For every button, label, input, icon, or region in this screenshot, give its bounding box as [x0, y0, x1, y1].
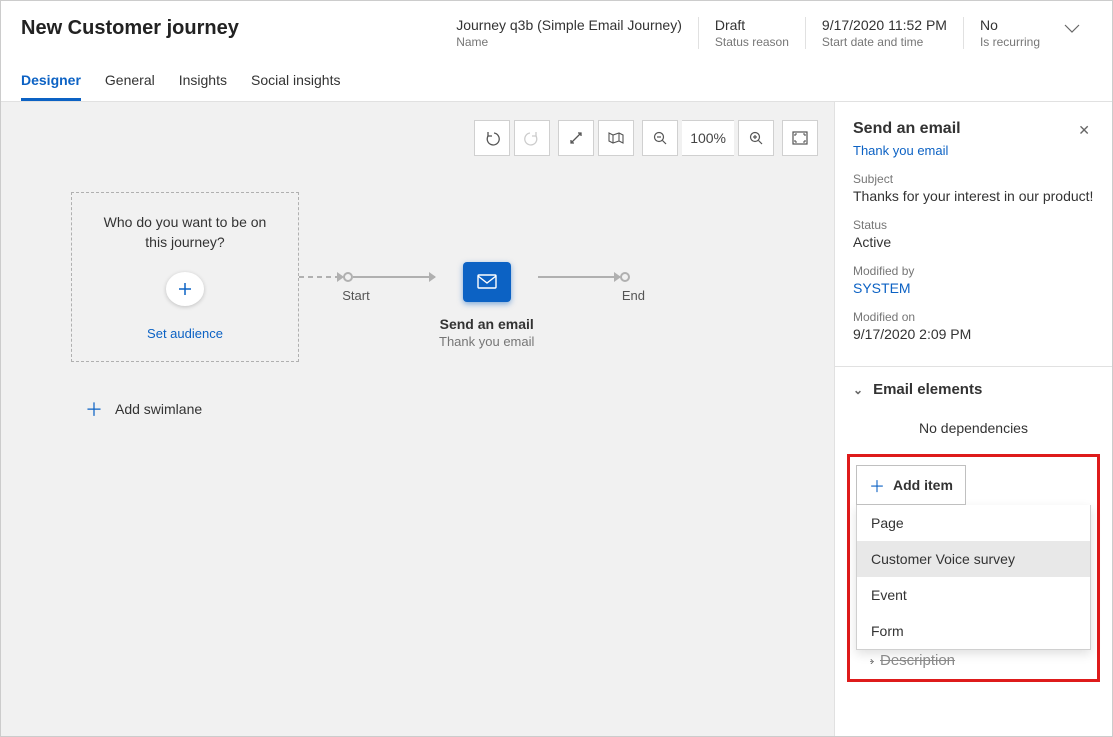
subject-label: Subject: [853, 172, 1094, 186]
connector: [353, 276, 435, 278]
connector: [299, 276, 343, 278]
end-node: End: [620, 272, 630, 282]
audience-placeholder[interactable]: Who do you want to be on this journey? S…: [71, 192, 299, 362]
panel-subtitle-link[interactable]: Thank you email: [853, 143, 1094, 158]
page-title: New Customer journey: [21, 17, 440, 40]
add-item-button[interactable]: ＋ Add item: [856, 465, 966, 505]
add-swimlane-button[interactable]: ＋ Add swimlane: [85, 396, 202, 422]
dropdown-item-customer-voice[interactable]: Customer Voice survey: [857, 541, 1090, 577]
fullscreen-button[interactable]: [782, 120, 818, 156]
modified-by-label: Modified by: [853, 264, 1094, 278]
description-section[interactable]: › Description: [856, 648, 1091, 669]
expand-chevron-icon[interactable]: [1056, 17, 1088, 43]
canvas-toolbar: 100%: [474, 120, 818, 156]
redo-button[interactable]: [514, 120, 550, 156]
meta-start-date: 9/17/2020 11:52 PM Start date and time: [805, 17, 963, 49]
add-item-highlight: ＋ Add item Page Customer Voice survey Ev…: [847, 454, 1100, 682]
record-meta: Journey q3b (Simple Email Journey) Name …: [440, 17, 1056, 49]
subject-value: Thanks for your interest in our product!: [853, 188, 1094, 204]
email-tile[interactable]: [463, 262, 511, 302]
tab-general[interactable]: General: [105, 72, 155, 101]
no-dependencies-text: No dependencies: [853, 420, 1094, 436]
zoom-in-button[interactable]: [738, 120, 774, 156]
meta-recurring: No Is recurring: [963, 17, 1056, 49]
fit-view-button[interactable]: [558, 120, 594, 156]
tabs: Designer General Insights Social insight…: [1, 60, 1112, 101]
zoom-level: 100%: [682, 120, 734, 156]
chevron-down-icon: ⌄: [853, 383, 863, 397]
plus-icon: ＋: [85, 396, 103, 422]
properties-panel: Send an email ✕ Thank you email Subject …: [834, 101, 1112, 736]
add-audience-button[interactable]: [166, 272, 204, 306]
email-node-title: Send an email: [440, 316, 534, 332]
undo-button[interactable]: [474, 120, 510, 156]
minimap-button[interactable]: [598, 120, 634, 156]
email-elements-section[interactable]: ⌄ Email elements: [853, 367, 1094, 412]
plus-icon: ＋: [869, 473, 885, 497]
panel-title: Send an email: [853, 120, 961, 138]
main: 100% Who do you want to be on this journ…: [1, 101, 1112, 736]
email-node-subtitle: Thank you email: [439, 334, 534, 349]
start-node: Start: [343, 272, 353, 282]
tab-social-insights[interactable]: Social insights: [251, 72, 341, 101]
close-panel-button[interactable]: ✕: [1074, 120, 1094, 141]
journey-flow: Who do you want to be on this journey? S…: [71, 192, 630, 362]
designer-canvas[interactable]: 100% Who do you want to be on this journ…: [1, 101, 834, 736]
dropdown-item-page[interactable]: Page: [857, 505, 1090, 541]
connector: [538, 276, 620, 278]
status-label: Status: [853, 218, 1094, 232]
set-audience-link[interactable]: Set audience: [147, 326, 223, 341]
header: New Customer journey Journey q3b (Simple…: [1, 1, 1112, 60]
meta-name: Journey q3b (Simple Email Journey) Name: [440, 17, 698, 49]
zoom-out-button[interactable]: [642, 120, 678, 156]
dropdown-item-form[interactable]: Form: [857, 613, 1090, 649]
add-item-dropdown: Page Customer Voice survey Event Form: [856, 505, 1091, 650]
chevron-right-icon: ›: [870, 654, 874, 668]
audience-question: Who do you want to be on this journey?: [92, 213, 278, 252]
modified-by-value[interactable]: SYSTEM: [853, 280, 1094, 296]
tab-insights[interactable]: Insights: [179, 72, 227, 101]
meta-status: Draft Status reason: [698, 17, 805, 49]
tab-designer[interactable]: Designer: [21, 72, 81, 101]
dropdown-item-event[interactable]: Event: [857, 577, 1090, 613]
modified-on-value: 9/17/2020 2:09 PM: [853, 326, 1094, 342]
modified-on-label: Modified on: [853, 310, 1094, 324]
status-value: Active: [853, 234, 1094, 250]
email-node[interactable]: Send an email Thank you email: [439, 262, 534, 349]
